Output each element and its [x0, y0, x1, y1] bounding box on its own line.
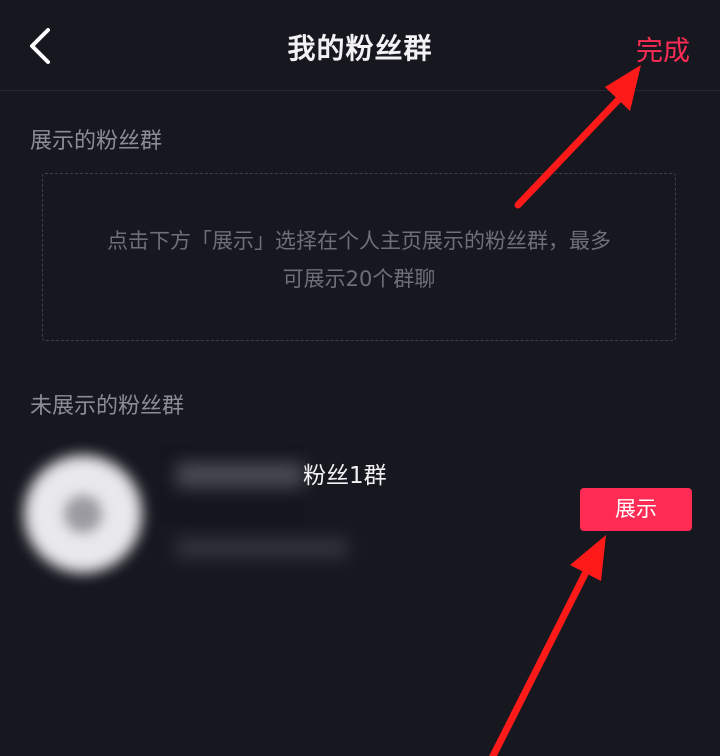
shown-groups-empty-box: 点击下方「展示」选择在个人主页展示的粉丝群，最多 可展示20个群聊: [42, 173, 676, 341]
top-nav-bar: 我的粉丝群 完成: [0, 0, 720, 91]
annotation-arrows: [489, 65, 641, 756]
empty-hint: 点击下方「展示」选择在个人主页展示的粉丝群，最多 可展示20个群聊: [63, 222, 655, 298]
empty-hint-line2: 可展示20个群聊: [282, 267, 436, 291]
redacted-name: [176, 463, 304, 487]
list-item[interactable]: 粉丝1群 展示: [0, 445, 720, 580]
hidden-groups-label: 未展示的粉丝群: [30, 394, 185, 419]
avatar-blur-detail: [64, 495, 102, 533]
empty-hint-line1: 点击下方「展示」选择在个人主页展示的粉丝群，最多: [107, 229, 611, 253]
group-name: 粉丝1群: [303, 463, 387, 489]
shown-groups-label: 展示的粉丝群: [30, 129, 163, 154]
done-button[interactable]: 完成: [636, 29, 690, 68]
redacted-subtitle: [176, 539, 348, 557]
show-button[interactable]: 展示: [580, 488, 692, 531]
page-title: 我的粉丝群: [287, 32, 433, 65]
